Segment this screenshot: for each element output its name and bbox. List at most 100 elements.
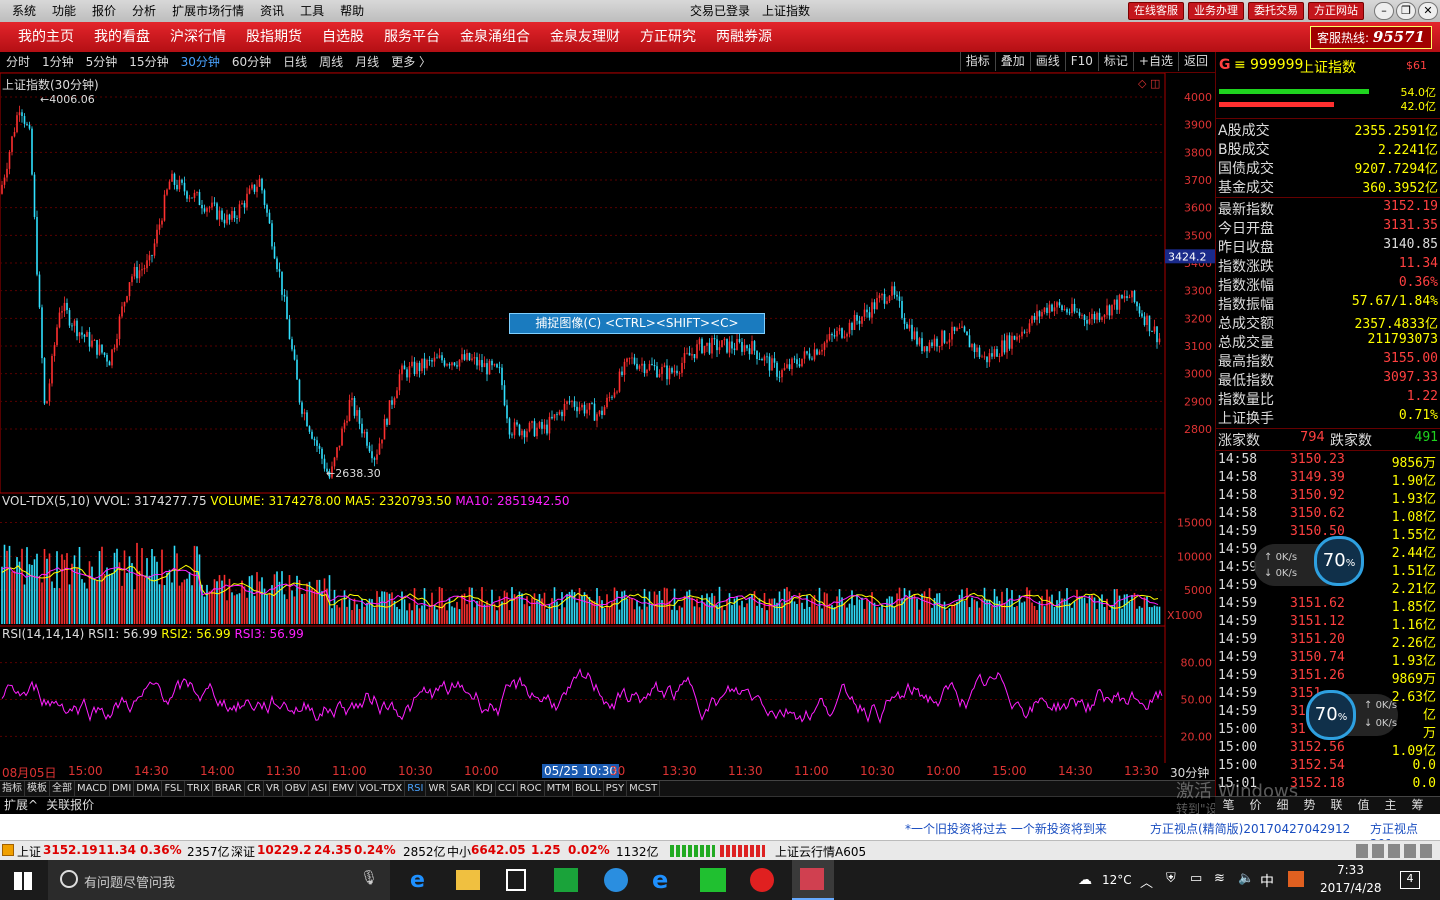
red-app-icon[interactable] (750, 868, 774, 892)
menu-system[interactable]: 系统 (4, 0, 44, 22)
right-tab-7[interactable]: 筹 (1404, 797, 1431, 814)
nav-futures[interactable]: 股指期货 (246, 22, 302, 52)
indicator-tab-5[interactable]: DMA (134, 781, 163, 796)
browser-icon[interactable] (604, 868, 628, 892)
indicator-tab-3[interactable]: MACD (75, 781, 110, 796)
right-tab-5[interactable]: 值 (1350, 797, 1377, 814)
network-gauge-1[interactable]: ↑ 0K/s ↓ 0K/s 70% (1254, 536, 1364, 586)
nav-finance[interactable]: 金泉友理财 (550, 22, 620, 52)
indicator-tab-9[interactable]: CR (245, 781, 264, 796)
stock-g-badge[interactable]: G (1219, 57, 1231, 73)
period-8[interactable]: 月线 (355, 52, 379, 72)
network-gauge-2[interactable]: 70% ↑ 0K/s ↓ 0K/s (1306, 690, 1398, 740)
indicator-tab-15[interactable]: RSI (405, 781, 427, 796)
indicator-tab-0[interactable]: 指标 (0, 781, 25, 796)
nav-margin[interactable]: 两融券源 (716, 22, 772, 52)
period-5[interactable]: 60分钟 (232, 52, 271, 72)
right-tab-0[interactable]: 笔 (1215, 797, 1242, 814)
business-button[interactable]: 业务办理 (1188, 2, 1244, 20)
indicator-tab-17[interactable]: SAR (448, 781, 474, 796)
wifi-icon[interactable]: ≋ (1214, 871, 1225, 886)
right-tab-6[interactable]: 主 (1377, 797, 1404, 814)
chart-tool-0[interactable]: 指标 (959, 52, 995, 71)
right-tab-3[interactable]: 势 (1296, 797, 1323, 814)
ime-indicator[interactable]: 中 (1260, 871, 1274, 891)
indicator-tab-2[interactable]: 全部 (50, 781, 75, 796)
indicator-tab-24[interactable]: MCST (627, 781, 661, 796)
chart-tool-2[interactable]: 画线 (1029, 52, 1065, 71)
indicator-tab-12[interactable]: ASI (309, 781, 331, 796)
trade-button[interactable]: 委托交易 (1248, 2, 1304, 20)
chart-tool-6[interactable]: 返回 (1177, 52, 1213, 71)
weather-temp[interactable]: 12°C (1102, 873, 1132, 887)
chart-area[interactable]: 4000 3900 3800 3700 3600 3500 3400 3300 3200 3100… (0, 73, 1215, 763)
capture-popup[interactable]: 捕捉图像(C) <CTRL><SHIFT><C> (509, 313, 765, 334)
online-service-button[interactable]: 在线客服 (1128, 2, 1184, 20)
iqiyi-icon[interactable] (700, 868, 726, 892)
menu-news[interactable]: 资讯 (252, 0, 292, 22)
menu-function[interactable]: 功能 (44, 0, 84, 22)
indicator-tab-13[interactable]: EMV (330, 781, 357, 796)
windows-start-icon[interactable] (14, 872, 32, 890)
edge-icon[interactable]: e (410, 868, 432, 893)
clock-time[interactable]: 7:33 (1337, 863, 1364, 877)
shield-icon[interactable]: ⛨ (1166, 871, 1176, 886)
right-tab-2[interactable]: 细 (1269, 797, 1296, 814)
period-3[interactable]: 15分钟 (129, 52, 168, 72)
expand-icon[interactable]: ◇ ◫ (1138, 77, 1160, 90)
ie-icon[interactable]: e (652, 866, 678, 894)
nav-home[interactable]: 我的主页 (18, 22, 74, 52)
microphone-icon[interactable]: 🎙 (360, 870, 378, 886)
website-button[interactable]: 方正网站 (1308, 2, 1364, 20)
period-4[interactable]: 30分钟 (181, 52, 220, 72)
close-icon[interactable]: ✕ (1418, 2, 1438, 20)
monitor-icon[interactable]: ▭ (1190, 871, 1202, 886)
news-item-2[interactable]: 方正视点(精简版)20170427042912 (1150, 820, 1350, 837)
indicator-tab-7[interactable]: TRIX (185, 781, 213, 796)
green-app-icon[interactable] (554, 868, 578, 892)
menu-icon[interactable]: ≡ (1234, 57, 1246, 73)
sh-value[interactable]: 3152.19 (43, 843, 98, 857)
menu-tools[interactable]: 工具 (292, 0, 332, 22)
indicator-tab-4[interactable]: DMI (110, 781, 135, 796)
indicator-tab-8[interactable]: BRAR (213, 781, 245, 796)
indicator-tab-20[interactable]: ROC (518, 781, 545, 796)
file-explorer-icon[interactable] (456, 870, 480, 890)
nav-portfolio[interactable]: 金泉涌组合 (460, 22, 530, 52)
period-0[interactable]: 分时 (6, 52, 30, 72)
indicator-tab-14[interactable]: VOL-TDX (357, 781, 406, 796)
chart-tool-5[interactable]: +自选 (1132, 52, 1178, 71)
nav-market[interactable]: 沪深行情 (170, 22, 226, 52)
ime-app-icon[interactable] (1288, 871, 1304, 887)
indicator-tab-10[interactable]: VR (264, 781, 283, 796)
menu-help[interactable]: 帮助 (332, 0, 372, 22)
indicator-tab-22[interactable]: BOLL (573, 781, 604, 796)
indicator-tab-1[interactable]: 模板 (25, 781, 50, 796)
right-tab-1[interactable]: 价 (1242, 797, 1269, 814)
store-icon[interactable] (506, 869, 526, 891)
chart-tool-3[interactable]: F10 (1064, 52, 1098, 71)
news-item-1[interactable]: *一个旧投资将过去 一个新投资将到来 (905, 820, 1107, 837)
nav-my-board[interactable]: 我的看盘 (94, 22, 150, 52)
sz-value[interactable]: 10229.2 (257, 843, 312, 857)
tray-up-icon[interactable]: ︿ (1140, 872, 1153, 891)
indicator-tab-23[interactable]: PSY (604, 781, 628, 796)
status-tray-icons[interactable] (1356, 844, 1436, 858)
period-6[interactable]: 日线 (283, 52, 307, 72)
indicator-tab-21[interactable]: MTM (545, 781, 573, 796)
period-1[interactable]: 1分钟 (42, 52, 74, 72)
indicator-tab-6[interactable]: FSL (162, 781, 185, 796)
restore-icon[interactable]: ❐ (1396, 2, 1416, 20)
indicator-tab-19[interactable]: CCI (496, 781, 518, 796)
zx-value[interactable]: 6642.05 (471, 843, 526, 857)
chart-tool-1[interactable]: 叠加 (994, 52, 1030, 71)
menu-extended-market[interactable]: 扩展市场行情 (164, 0, 252, 22)
menu-quote[interactable]: 报价 (84, 0, 124, 22)
kline-chart[interactable]: 4000390038003700360035003400330032003100… (0, 73, 1215, 763)
chart-tool-4[interactable]: 标记 (1097, 52, 1133, 71)
period-2[interactable]: 5分钟 (86, 52, 118, 72)
volume-icon[interactable]: 🔈 (1238, 871, 1254, 886)
cloud-weather-icon[interactable]: ☁ (1078, 872, 1092, 888)
period-9[interactable]: 更多 〉 (391, 52, 431, 72)
notification-icon[interactable]: 4 (1400, 871, 1420, 889)
